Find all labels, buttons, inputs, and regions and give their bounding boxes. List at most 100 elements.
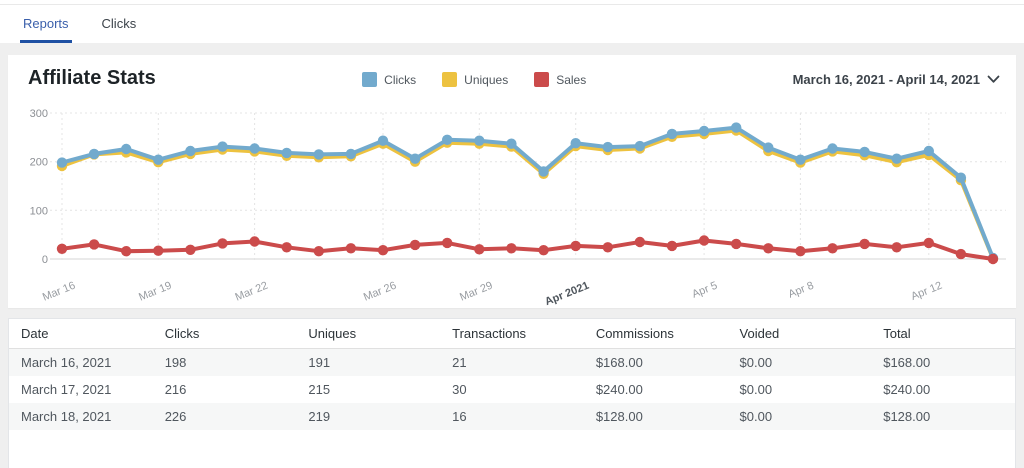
chart-point[interactable] [442,238,452,248]
chart-point[interactable] [603,142,613,152]
legend-swatch-sales [534,72,549,87]
table-cell: 219 [296,403,440,430]
chart-point[interactable] [603,242,613,252]
chart-point[interactable] [892,154,902,164]
chart-point[interactable] [924,146,934,156]
chart-point[interactable] [763,243,773,253]
chart-point[interactable] [667,241,677,251]
chart-point[interactable] [314,149,324,159]
chart-point[interactable] [506,139,516,149]
legend-swatch-uniques [442,72,457,87]
chart-point[interactable] [185,245,195,255]
chart-point[interactable] [667,129,677,139]
legend-item-sales: Sales [534,72,586,87]
chart-point[interactable] [89,149,99,159]
table-cell: 215 [296,376,440,403]
chart-card-header: Affiliate Stats ClicksUniquesSales March… [8,55,1016,90]
chart-point[interactable] [57,244,67,254]
chart-point[interactable] [988,254,998,264]
chart-point[interactable] [956,249,966,259]
chart-point[interactable] [506,243,516,253]
chart-point[interactable] [699,126,709,136]
table-row: March 17, 202121621530$240.00$0.00$240.0… [9,376,1015,403]
chart-point[interactable] [89,239,99,249]
table-cell: 16 [440,403,584,430]
chart-point[interactable] [538,166,548,176]
tab-reports[interactable]: Reports [20,5,72,43]
chart-point[interactable] [153,246,163,256]
legend-label: Sales [556,73,586,87]
chart-point[interactable] [956,173,966,183]
chart-point[interactable] [410,154,420,164]
page-title: Affiliate Stats [28,67,156,90]
chart-point[interactable] [153,155,163,165]
chart-point[interactable] [314,246,324,256]
table-row: March 16, 202119819121$168.00$0.00$168.0… [9,349,1015,377]
chart-point[interactable] [121,144,131,154]
column-header-transactions: Transactions [440,319,584,349]
table-cell: March 18, 2021 [9,403,153,430]
table-cell: $240.00 [584,376,728,403]
chart-point[interactable] [635,237,645,247]
tab-clicks[interactable]: Clicks [99,5,140,43]
chart-point[interactable] [217,238,227,248]
table-cell: $240.00 [871,376,1015,403]
chart-point[interactable] [859,147,869,157]
chart-point[interactable] [346,243,356,253]
chart-point[interactable] [731,239,741,249]
chart-point[interactable] [827,143,837,153]
chart-point[interactable] [571,241,581,251]
chart-point[interactable] [410,240,420,250]
chart-point[interactable] [442,135,452,145]
stats-table: DateClicksUniquesTransactionsCommissions… [9,319,1015,430]
chart-point[interactable] [924,238,934,248]
table-cell: 226 [153,403,297,430]
chart-point[interactable] [378,136,388,146]
chart-point[interactable] [282,148,292,158]
chart-point[interactable] [346,149,356,159]
svg-text:Apr 2021: Apr 2021 [543,280,591,308]
svg-text:Mar 19: Mar 19 [137,280,173,304]
chart-point[interactable] [474,136,484,146]
table-cell: 216 [153,376,297,403]
table-cell: 21 [440,349,584,377]
chart-point[interactable] [892,242,902,252]
chart-point[interactable] [474,244,484,254]
table-header-row: DateClicksUniquesTransactionsCommissions… [9,319,1015,349]
chart-point[interactable] [795,155,805,165]
table-cell: March 16, 2021 [9,349,153,377]
chart-point[interactable] [699,235,709,245]
table-cell: $168.00 [871,349,1015,377]
chart-point[interactable] [282,242,292,252]
stats-table-card: DateClicksUniquesTransactionsCommissions… [8,318,1016,468]
svg-text:Apr 8: Apr 8 [787,280,816,301]
chart-point[interactable] [538,245,548,255]
column-header-total: Total [871,319,1015,349]
affiliate-stats-card: Affiliate Stats ClicksUniquesSales March… [8,55,1016,308]
top-tab-bar: Reports Clicks [0,0,1024,43]
chart-point[interactable] [763,142,773,152]
chart-point[interactable] [859,239,869,249]
affiliate-stats-chart: 0100200300Mar 16Mar 19Mar 22Mar 26Mar 29… [8,100,1016,308]
chart-point[interactable] [185,146,195,156]
chart-point[interactable] [249,143,259,153]
chart-point[interactable] [571,138,581,148]
chart-point[interactable] [217,141,227,151]
legend-label: Uniques [464,73,508,87]
chart-point[interactable] [121,246,131,256]
table-cell: 30 [440,376,584,403]
table-cell: $0.00 [728,376,872,403]
chart-point[interactable] [249,236,259,246]
column-header-date: Date [9,319,153,349]
chart-point[interactable] [635,141,645,151]
date-range-selector[interactable]: March 16, 2021 - April 14, 2021 [793,67,1000,87]
svg-text:100: 100 [30,205,48,217]
chart-legend: ClicksUniquesSales [156,67,793,87]
chart-point[interactable] [57,157,67,167]
chevron-down-icon [987,75,1000,84]
chart-point[interactable] [731,122,741,132]
chart-point[interactable] [378,245,388,255]
table-cell: $168.00 [584,349,728,377]
chart-point[interactable] [795,246,805,256]
chart-point[interactable] [827,243,837,253]
